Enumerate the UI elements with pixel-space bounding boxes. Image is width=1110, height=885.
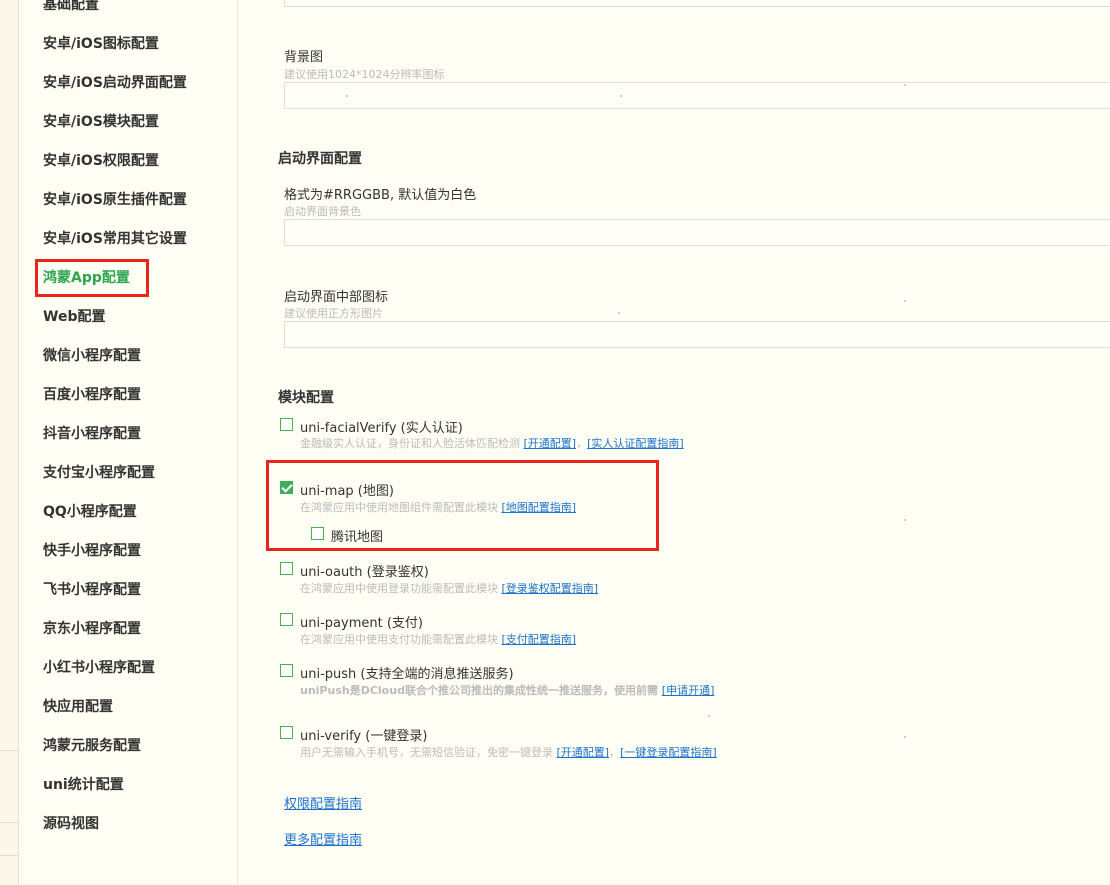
module-title-oauth: uni-oauth (登录鉴权)	[300, 565, 429, 580]
link-separator: ，	[609, 746, 621, 759]
oauth-guide-link[interactable]: [登录鉴权配置指南]	[502, 582, 599, 595]
background-image-hint: 建议使用1024*1024分辨率图标	[284, 68, 445, 81]
highlight-box	[35, 259, 149, 297]
module-desc-text: 在鸿蒙应用中使用登录功能需配置此模块	[300, 582, 498, 595]
sidebar-item-web[interactable]: Web配置	[43, 308, 105, 326]
module-desc-text: 金融级实人认证，身份证和人脸活体匹配检测	[300, 437, 520, 450]
module-desc-verify: 用户无需输入手机号，无需短信验证，免密一键登录 [开通配置]，[一键登录配置指南…	[300, 744, 717, 760]
module-desc-push: uniPush是DCloud联合个推公司推出的集成性统一推送服务，使用前需 [申…	[300, 682, 714, 698]
sidebar-item-app-permissions[interactable]: 安卓/iOS权限配置	[43, 152, 159, 170]
verify-guide-link[interactable]: [一键登录配置指南]	[620, 746, 717, 759]
sidebar-item-lark-mp[interactable]: 飞书小程序配置	[43, 581, 141, 599]
settings-sidebar: 基础配置 安卓/iOS图标配置 安卓/iOS启动界面配置 安卓/iOS模块配置 …	[19, 0, 238, 885]
more-guide-link[interactable]: 更多配置指南	[284, 829, 362, 848]
sidebar-item-basic[interactable]: 基础配置	[43, 0, 99, 14]
speckle	[904, 736, 906, 738]
module-desc-text: uniPush是DCloud联合个推公司推出的集成性统一推送服务，使用前需	[300, 684, 658, 697]
sidebar-item-uni-stat[interactable]: uni统计配置	[43, 776, 124, 794]
sidebar-item-weixin-mp[interactable]: 微信小程序配置	[43, 347, 141, 365]
splash-icon-hint: 建议使用正方形图片	[284, 307, 383, 320]
sidebar-item-kuaishou-mp[interactable]: 快手小程序配置	[43, 542, 141, 560]
module-desc-payment: 在鸿蒙应用中使用支付功能需配置此模块 [支付配置指南]	[300, 631, 576, 647]
splash-icon-label: 启动界面中部图标	[284, 290, 389, 305]
panel-divider	[0, 822, 18, 823]
module-desc-oauth: 在鸿蒙应用中使用登录功能需配置此模块 [登录鉴权配置指南]	[300, 580, 598, 596]
sidebar-item-baidu-mp[interactable]: 百度小程序配置	[43, 386, 141, 404]
speckle	[904, 300, 906, 302]
module-title-push: uni-push (支持全端的消息推送服务)	[300, 667, 514, 682]
highlight-box	[266, 460, 659, 551]
splash-bg-color-label: 格式为#RRGGBB, 默认值为白色	[284, 188, 477, 203]
facialverify-open-link[interactable]: [开通配置]	[524, 437, 577, 450]
push-apply-link[interactable]: [申请开通]	[662, 684, 715, 697]
left-edge-panel	[0, 0, 19, 885]
text-input-top[interactable]	[284, 0, 1110, 7]
module-title-verify: uni-verify (一键登录)	[300, 729, 428, 744]
speckle	[904, 519, 906, 521]
sidebar-item-app-splash[interactable]: 安卓/iOS启动界面配置	[43, 74, 187, 92]
panel-divider	[0, 855, 18, 856]
module-title-payment: uni-payment (支付)	[300, 616, 423, 631]
payment-guide-link[interactable]: [支付配置指南]	[502, 633, 577, 646]
speckle	[346, 95, 348, 97]
sidebar-item-quickapp[interactable]: 快应用配置	[43, 698, 113, 716]
sidebar-item-harmony-service[interactable]: 鸿蒙元服务配置	[43, 737, 141, 755]
speckle	[904, 84, 906, 86]
module-checkbox-verify[interactable]	[280, 726, 293, 739]
splash-bg-color-hint: 启动界面背景色	[284, 205, 361, 218]
module-desc-facialverify: 金融级实人认证，身份证和人脸活体匹配检测 [开通配置]，[实人认证配置指南]	[300, 435, 684, 451]
speckle	[620, 95, 622, 97]
module-desc-text: 在鸿蒙应用中使用支付功能需配置此模块	[300, 633, 498, 646]
speckle	[618, 312, 620, 314]
modules-section-title: 模块配置	[278, 390, 334, 406]
link-separator: ，	[576, 437, 588, 450]
sidebar-item-app-native-plugins[interactable]: 安卓/iOS原生插件配置	[43, 191, 187, 209]
sidebar-item-toutiao-mp[interactable]: 抖音小程序配置	[43, 425, 141, 443]
module-checkbox-oauth[interactable]	[280, 562, 293, 575]
facialverify-guide-link[interactable]: [实人认证配置指南]	[587, 437, 684, 450]
sidebar-item-xhs-mp[interactable]: 小红书小程序配置	[43, 659, 155, 677]
verify-open-link[interactable]: [开通配置]	[557, 746, 610, 759]
splash-icon-input[interactable]	[284, 321, 1110, 348]
permission-guide-link[interactable]: 权限配置指南	[284, 793, 362, 812]
main-content: 背景图 建议使用1024*1024分辨率图标 启动界面配置 格式为#RRGGBB…	[238, 0, 1110, 885]
background-image-input[interactable]	[284, 82, 1110, 109]
sidebar-item-app-icon[interactable]: 安卓/iOS图标配置	[43, 35, 159, 53]
panel-divider	[0, 750, 18, 751]
sidebar-item-alipay-mp[interactable]: 支付宝小程序配置	[43, 464, 155, 482]
background-image-label: 背景图	[284, 50, 324, 65]
module-checkbox-facialverify[interactable]	[280, 418, 293, 431]
sidebar-item-jd-mp[interactable]: 京东小程序配置	[43, 620, 141, 638]
splash-bg-color-input[interactable]	[284, 219, 1110, 246]
module-checkbox-push[interactable]	[280, 664, 293, 677]
splash-section-title: 启动界面配置	[278, 151, 362, 167]
module-desc-text: 用户无需输入手机号，无需短信验证，免密一键登录	[300, 746, 553, 759]
sidebar-item-app-other-settings[interactable]: 安卓/iOS常用其它设置	[43, 230, 187, 248]
sidebar-item-source-view[interactable]: 源码视图	[43, 815, 99, 833]
sidebar-item-app-modules[interactable]: 安卓/iOS模块配置	[43, 113, 159, 131]
module-title-facialverify: uni-facialVerify (实人认证)	[300, 421, 463, 436]
module-checkbox-payment[interactable]	[280, 613, 293, 626]
sidebar-item-qq-mp[interactable]: QQ小程序配置	[43, 503, 137, 521]
speckle	[708, 715, 710, 717]
